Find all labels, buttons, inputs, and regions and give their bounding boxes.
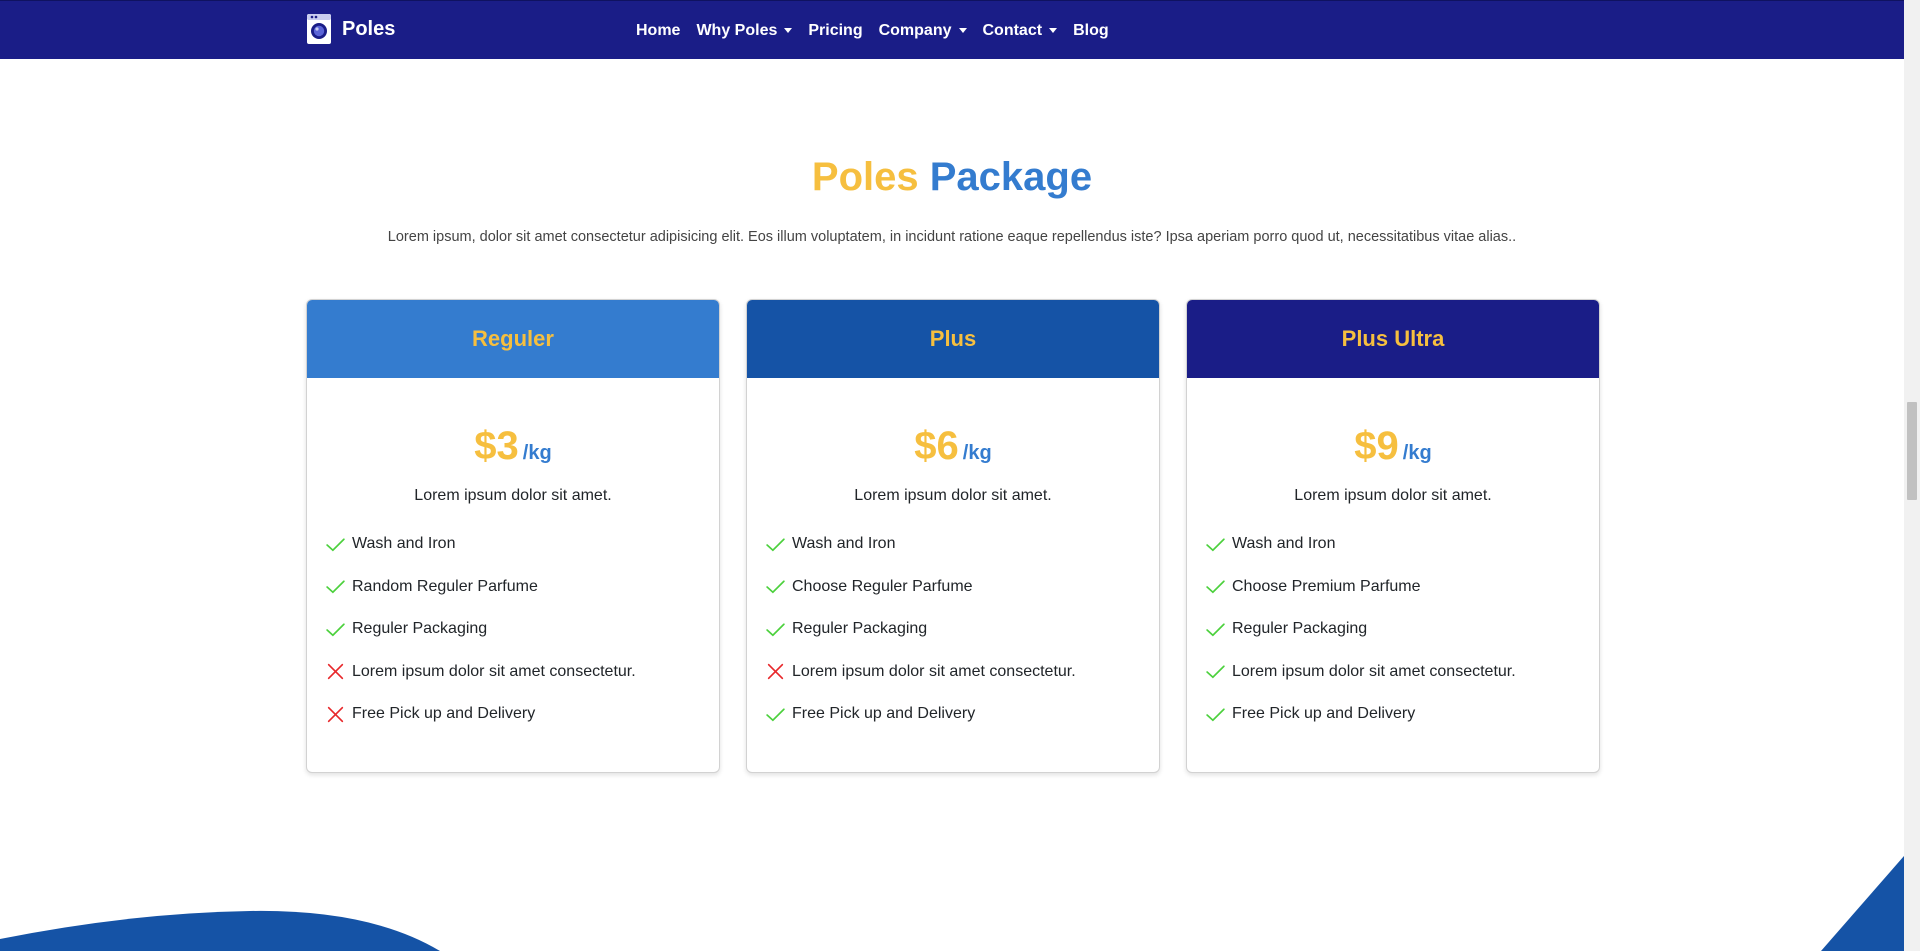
feature-label: Free Pick up and Delivery [352, 705, 536, 723]
feature-item: Wash and Iron [765, 523, 1159, 566]
price-unit: /kg [1402, 442, 1432, 464]
check-icon [766, 708, 785, 722]
plan-tagline: Lorem ipsum dolor sit amet. [414, 487, 612, 504]
feature-item: Lorem ipsum dolor sit amet consectetur. [1205, 651, 1599, 694]
nav-item-label: Pricing [808, 21, 863, 39]
pricing-card-plus: Plus $6/kg Lorem ipsum dolor sit amet. Wash… [746, 299, 1160, 773]
feature-label: Wash and Iron [792, 535, 896, 553]
nav-menu: Home Why Poles Pricing Company Contact Blog [636, 1, 1125, 60]
brand-name: Poles [342, 17, 396, 40]
feature-label: Reguler Packaging [792, 620, 928, 638]
check-icon [766, 538, 785, 552]
feature-item: Choose Premium Parfume [1205, 566, 1599, 609]
caret-down-icon [958, 28, 967, 33]
feature-list: Wash and Iron Choose Reguler Parfume Regul… [747, 523, 1159, 736]
plan-tagline: Lorem ipsum dolor sit amet. [1294, 487, 1492, 504]
nav-item-contact[interactable]: Contact [983, 22, 1058, 40]
check-icon [326, 538, 345, 552]
feature-item: Reguler Packaging [765, 608, 1159, 651]
washing-machine-icon [307, 14, 331, 44]
check-icon [1206, 623, 1225, 637]
feature-item: Random Reguler Parfume [325, 566, 719, 609]
price-line: $6/kg [747, 424, 1159, 469]
corner-triangle [1821, 856, 1904, 951]
check-icon [326, 623, 345, 637]
check-icon [766, 580, 785, 594]
feature-label: Reguler Packaging [1232, 620, 1368, 638]
nav-item-home[interactable]: Home [636, 22, 680, 40]
price-line: $9/kg [1187, 424, 1599, 469]
brand-link[interactable]: Poles [306, 13, 395, 45]
feature-item: Reguler Packaging [1205, 608, 1599, 651]
caret-down-icon [1049, 28, 1058, 33]
nav-item-label: Company [878, 21, 952, 39]
pricing-card-reguler: Reguler $3/kg Lorem ipsum dolor sit amet. W… [306, 299, 720, 773]
price-unit: /kg [522, 442, 552, 464]
caret-down-icon [784, 28, 793, 33]
cross-icon [327, 664, 344, 680]
feature-item: Wash and Iron [1205, 523, 1599, 566]
feature-label: Choose Reguler Parfume [792, 577, 973, 595]
feature-list: Wash and Iron Choose Premium Parfume Regul… [1187, 523, 1599, 736]
plan-name: Reguler [307, 300, 719, 378]
nav-item-blog[interactable]: Blog [1073, 22, 1109, 40]
plan-price: $3 [474, 424, 519, 468]
feature-label: Free Pick up and Delivery [1232, 705, 1416, 723]
nav-item-label: Why Poles [696, 21, 778, 39]
check-icon [1206, 665, 1225, 679]
price-line: $3/kg [307, 424, 719, 469]
scrollbar-thumb[interactable] [1907, 402, 1917, 500]
cross-icon [767, 664, 784, 680]
nav-item-label: Contact [982, 21, 1043, 39]
plan-name: Plus [747, 300, 1159, 378]
feature-item: Free Pick up and Delivery [325, 693, 719, 736]
cross-icon [327, 706, 344, 722]
check-icon [766, 623, 785, 637]
check-icon [1206, 708, 1225, 722]
nav-item-label: Home [636, 21, 681, 39]
nav-item-company[interactable]: Company [879, 22, 967, 40]
plan-tagline: Lorem ipsum dolor sit amet. [854, 487, 1052, 504]
nav-item-why-poles[interactable]: Why Poles [696, 21, 793, 40]
footer-wave [0, 910, 440, 951]
page-scrollbar[interactable] [1904, 0, 1920, 951]
feature-label: Wash and Iron [352, 535, 456, 553]
feature-label: Lorem ipsum dolor sit amet consectetur. [1232, 662, 1516, 680]
section-description: Lorem ipsum, dolor sit amet consectetur … [387, 229, 1517, 245]
feature-item: Lorem ipsum dolor sit amet consectetur. [325, 651, 719, 694]
feature-list: Wash and Iron Random Reguler Parfume Regul… [307, 523, 719, 736]
section-title-brand: Poles [811, 155, 919, 199]
price-unit: /kg [962, 442, 992, 464]
feature-label: Random Reguler Parfume [352, 577, 538, 595]
plan-price: $6 [914, 424, 959, 468]
feature-item: Free Pick up and Delivery [1205, 693, 1599, 736]
nav-item-label: Blog [1073, 21, 1109, 39]
feature-label: Wash and Iron [1232, 535, 1336, 553]
pricing-card-plus-ultra: Plus Ultra $9/kg Lorem ipsum dolor sit ame… [1186, 299, 1600, 773]
feature-item: Choose Reguler Parfume [765, 566, 1159, 609]
navbar: Poles Home Why Poles Pricing Company Contact… [0, 0, 1904, 59]
check-icon [1206, 580, 1225, 594]
section-title: Poles Package [0, 155, 1904, 200]
nav-item-pricing[interactable]: Pricing [808, 22, 862, 40]
feature-label: Reguler Packaging [352, 620, 488, 638]
feature-label: Lorem ipsum dolor sit amet consectetur. [352, 662, 636, 680]
section-title-package: Package [929, 155, 1093, 199]
plan-price: $9 [1354, 424, 1399, 468]
feature-item: Wash and Iron [325, 523, 719, 566]
feature-label: Lorem ipsum dolor sit amet consectetur. [792, 662, 1076, 680]
feature-item: Lorem ipsum dolor sit amet consectetur. [765, 651, 1159, 694]
feature-label: Free Pick up and Delivery [792, 705, 976, 723]
feature-item: Free Pick up and Delivery [765, 693, 1159, 736]
plan-name: Plus Ultra [1187, 300, 1599, 378]
feature-item: Reguler Packaging [325, 608, 719, 651]
check-icon [326, 580, 345, 594]
check-icon [1206, 538, 1225, 552]
feature-label: Choose Premium Parfume [1232, 577, 1421, 595]
